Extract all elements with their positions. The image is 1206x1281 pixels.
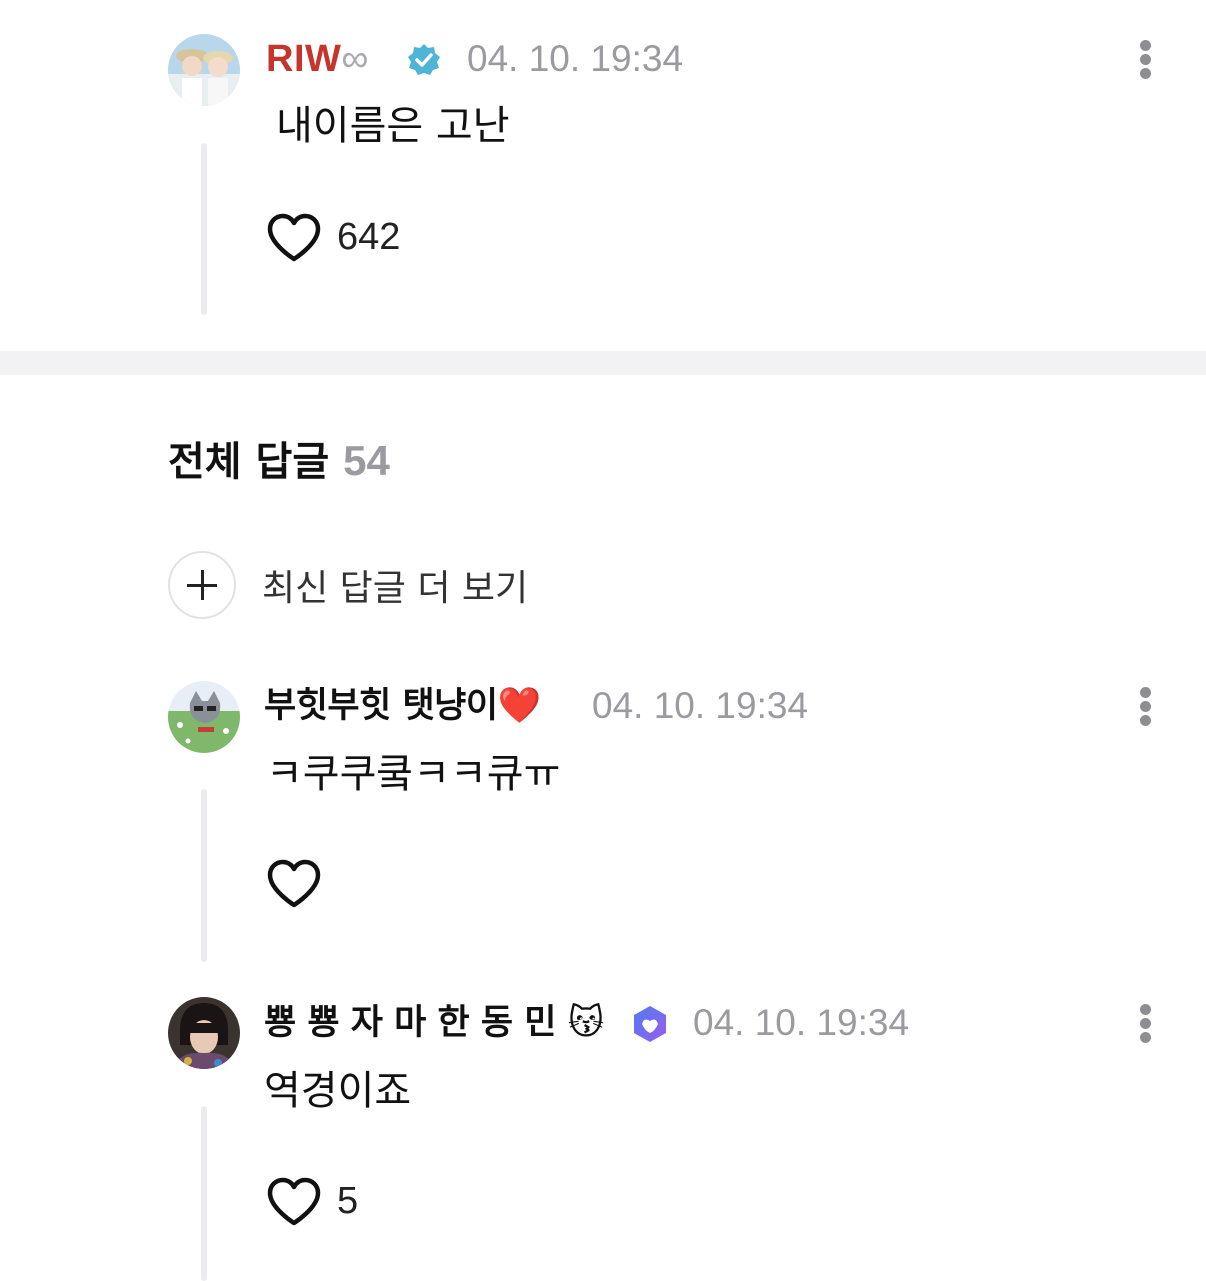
like-count: 642 bbox=[337, 216, 401, 258]
fan-badge-icon bbox=[634, 1006, 666, 1042]
comment-text: 내이름은 고난 bbox=[276, 103, 510, 149]
verified-check-icon bbox=[408, 44, 440, 75]
comment-author-name[interactable]: RIW∞ bbox=[266, 37, 369, 81]
author-name-text: RIW bbox=[266, 38, 342, 80]
reply-text: 역경이죠 bbox=[264, 1068, 412, 1114]
more-options-icon[interactable] bbox=[1134, 36, 1158, 84]
reply-timestamp: 04. 10. 19:34 bbox=[592, 685, 809, 726]
more-options-icon[interactable] bbox=[1134, 1000, 1158, 1048]
thread-line bbox=[201, 143, 207, 315]
reply-text: ㅋ쿠쿠쿸ㅋㅋ큐ㅠ bbox=[266, 751, 561, 797]
heart-icon[interactable] bbox=[266, 1177, 322, 1227]
plus-icon[interactable] bbox=[168, 551, 236, 619]
replies-title: 전체 답글 bbox=[168, 439, 330, 485]
like-count: 5 bbox=[337, 1180, 359, 1222]
avatar-riw[interactable] bbox=[168, 34, 240, 106]
thread-line bbox=[201, 1106, 207, 1281]
reply-author-name[interactable]: 뿅 뿅 자 마 한 동 민 😽 bbox=[264, 1001, 604, 1045]
avatar-reply-2[interactable] bbox=[168, 997, 240, 1069]
reply-timestamp: 04. 10. 19:34 bbox=[693, 1002, 910, 1043]
heart-icon[interactable] bbox=[266, 213, 322, 263]
author-suffix-symbol: ∞ bbox=[341, 38, 369, 80]
replies-header: 전체 답글 54 bbox=[168, 436, 390, 487]
heart-icon[interactable] bbox=[266, 859, 322, 909]
comment-timestamp: 04. 10. 19:34 bbox=[467, 38, 684, 79]
replies-count: 54 bbox=[343, 437, 390, 484]
load-more-replies-button[interactable]: 최신 답글 더 보기 bbox=[168, 549, 528, 621]
reply-author-name[interactable]: 부힛부힛 탯냥이❤️ bbox=[264, 684, 541, 728]
section-divider bbox=[0, 351, 1206, 375]
thread-line bbox=[201, 789, 207, 962]
more-options-icon[interactable] bbox=[1134, 683, 1158, 731]
load-more-replies-label: 최신 답글 더 보기 bbox=[262, 568, 529, 609]
avatar-reply-1[interactable] bbox=[168, 681, 240, 753]
